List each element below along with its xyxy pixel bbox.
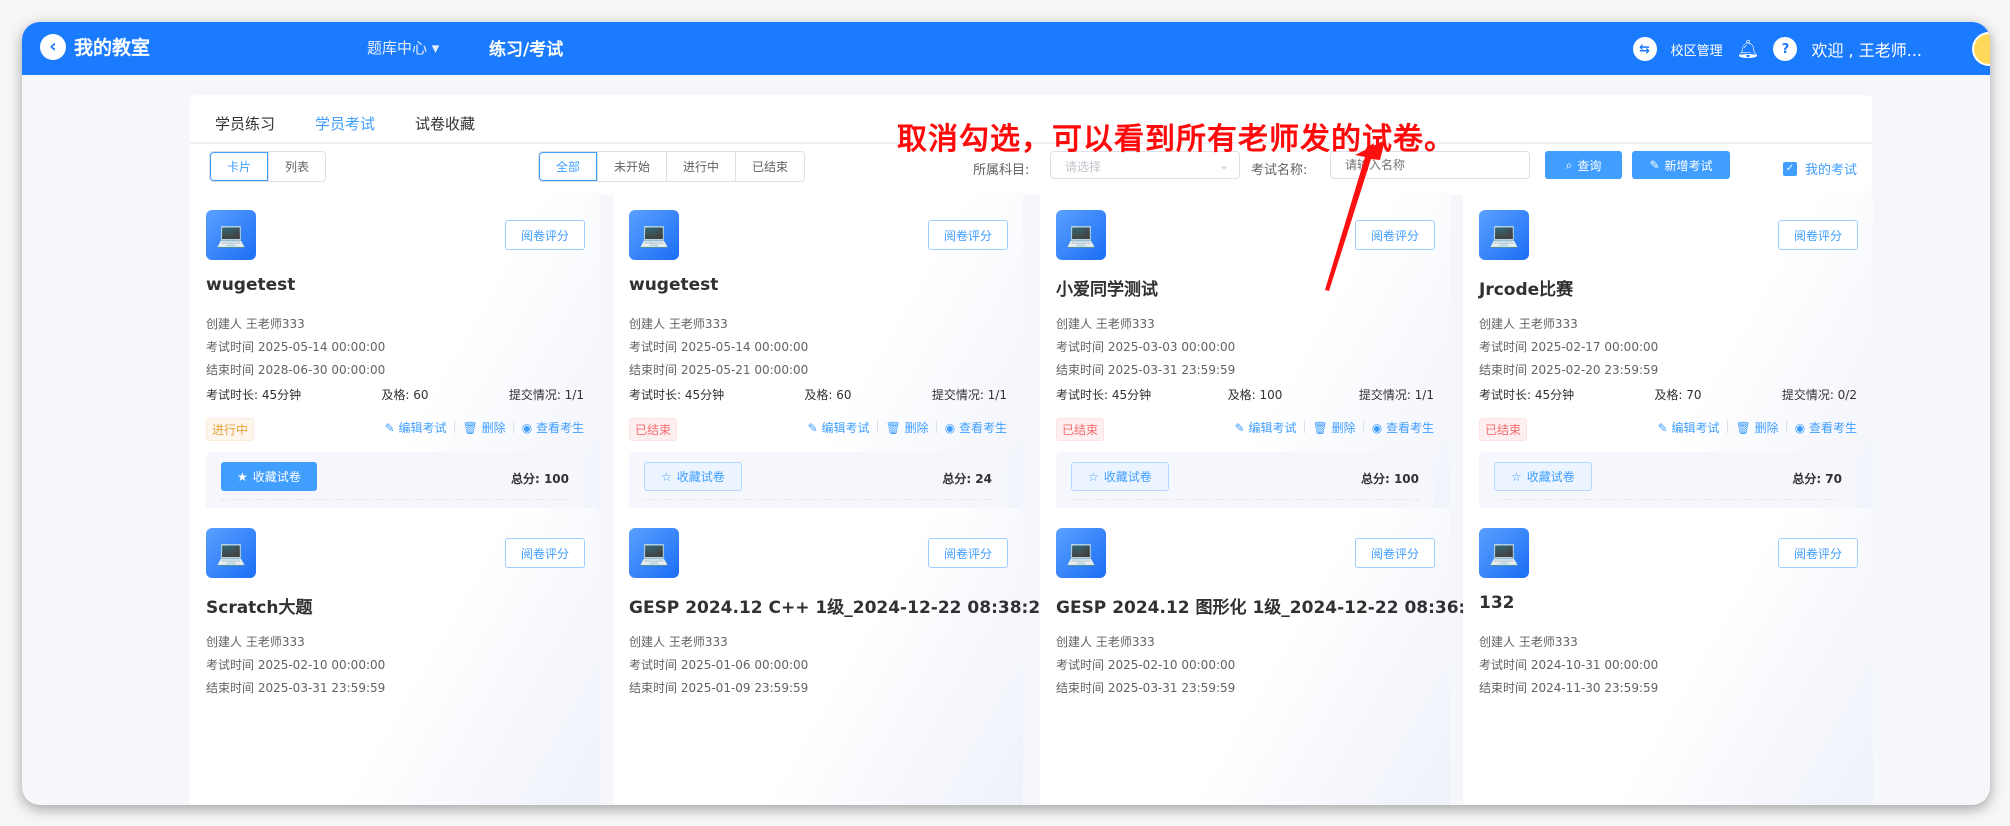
app-window: ‹ 我的教室 题库中心 ▾ 练习/考试 ⇆ 校区管理 🔔︎ ? 欢迎 , 王老师.… <box>22 22 1990 805</box>
red-arrow-shape <box>1325 140 1385 291</box>
annotation-arrow <box>1325 140 1385 291</box>
